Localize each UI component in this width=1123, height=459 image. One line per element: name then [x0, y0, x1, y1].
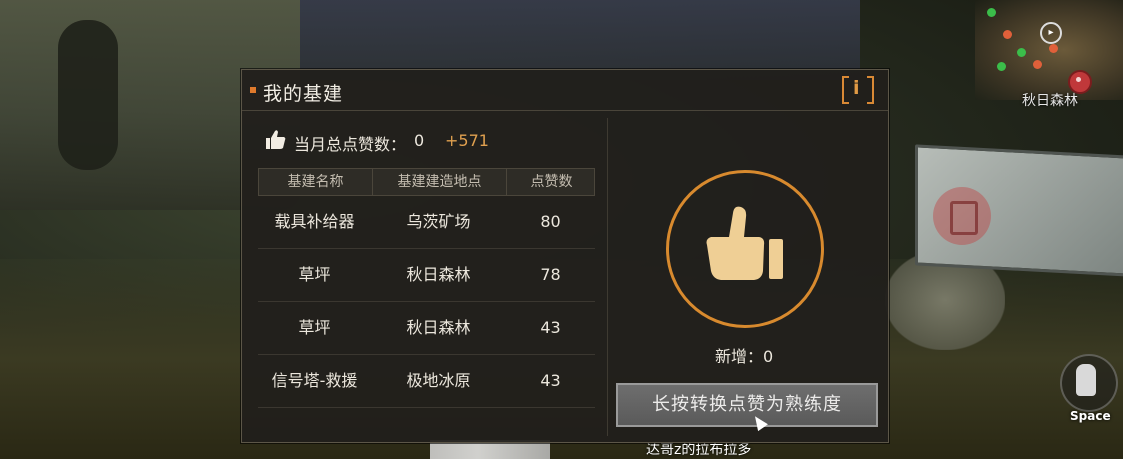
thumbs-up-icon — [266, 130, 286, 149]
buildings-table: 基建名称 基建建造地点 点赞数 载具补给器 乌茨矿场 80 草坪 秋日森林 78… — [258, 168, 595, 416]
new-likes-count: 新增：0 — [715, 343, 773, 367]
panel-divider — [607, 118, 608, 436]
space-action-button[interactable]: Space — [1058, 354, 1118, 426]
title-marker-icon — [250, 87, 256, 93]
header-likes: 点赞数 — [530, 174, 573, 190]
cell-build-location: 秋日森林 — [406, 265, 471, 284]
bracket-left-icon — [842, 76, 849, 104]
panel-header: 我的基建 i — [242, 70, 888, 111]
cell-build-location: 秋日森林 — [406, 318, 471, 337]
cell-likes — [506, 408, 595, 416]
table-row: 草坪 — [258, 408, 595, 416]
trash-icon — [950, 201, 978, 235]
cell-likes: 43 — [540, 318, 561, 337]
space-key-label: Space — [1070, 409, 1111, 423]
total-likes-label: 当月总点赞数： — [294, 135, 407, 154]
header-build-location: 基建建造地点 — [397, 174, 482, 190]
cell-likes: 80 — [540, 212, 561, 231]
cell-building-name: 载具补给器 — [274, 212, 355, 231]
total-likes-delta: +571 — [445, 131, 489, 150]
new-likes-value: 0 — [763, 347, 774, 366]
cell-likes: 78 — [540, 265, 561, 284]
crouch-icon — [1076, 364, 1096, 396]
my-buildings-panel: 我的基建 i 当月总点赞数： 0 +571 基建名称 基建建造地点 点赞数 载具… — [241, 69, 889, 443]
cell-building-name: 草坪 — [298, 265, 331, 284]
cell-building-name: 草坪 — [258, 408, 371, 416]
header-building-name: 基建名称 — [287, 174, 344, 190]
cell-build-location: 乌茨矿场 — [406, 212, 471, 231]
convert-likes-button[interactable]: 长按转换点赞为熟练度 — [616, 383, 878, 427]
table-row: 草坪 秋日森林 43 — [258, 302, 595, 355]
table-row: 信号塔-救援 极地冰原 43 — [258, 355, 595, 408]
table-row: 载具补给器 乌茨矿场 80 — [258, 196, 595, 249]
minimap[interactable] — [975, 0, 1123, 100]
info-button[interactable]: i — [842, 76, 874, 104]
map-resource-icon — [987, 8, 996, 17]
cell-building-name: 信号塔-救援 — [271, 371, 358, 390]
cell-build-location: 极地冰原 — [406, 371, 471, 390]
info-icon: i — [853, 77, 860, 99]
truck-wheel — [58, 20, 118, 170]
map-direction-icon: ▸ — [1040, 22, 1062, 44]
cell-likes: 43 — [540, 371, 561, 390]
cell-building-name: 草坪 — [298, 318, 331, 337]
new-likes-label: 新增： — [715, 347, 764, 366]
map-resource-icon — [1049, 44, 1058, 53]
map-resource-icon — [1033, 60, 1042, 69]
thumbs-up-icon — [706, 206, 783, 280]
map-resource-icon — [1003, 30, 1012, 39]
table-body[interactable]: 载具补给器 乌茨矿场 80 草坪 秋日森林 78 草坪 秋日森林 43 信号塔-… — [258, 196, 595, 416]
map-resource-icon — [997, 62, 1006, 71]
bracket-right-icon — [867, 76, 874, 104]
like-ring — [666, 170, 824, 328]
night-sky — [300, 0, 860, 80]
map-resource-icon — [1017, 48, 1026, 57]
table-header-row: 基建名称 基建建造地点 点赞数 — [258, 168, 595, 196]
table-row: 草坪 秋日森林 78 — [258, 249, 595, 302]
panel-title: 我的基建 — [263, 83, 344, 105]
minimap-location-label: 秋日森林 — [1022, 93, 1078, 109]
cell-build-location — [372, 408, 505, 416]
total-likes-value: 0 — [414, 131, 425, 150]
